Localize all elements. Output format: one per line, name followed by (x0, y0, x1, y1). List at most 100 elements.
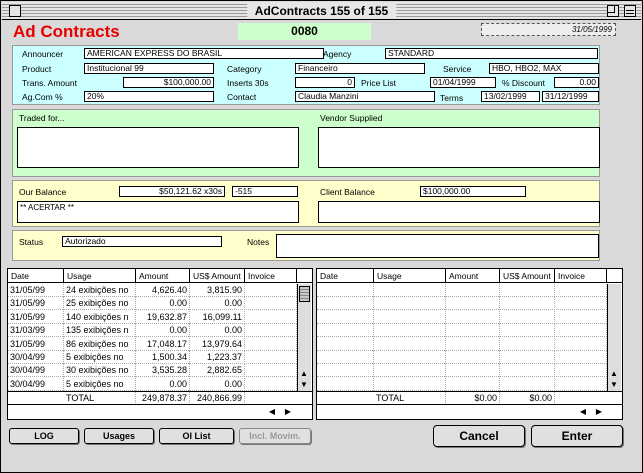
traded-panel: Traded for... Vendor Supplied (12, 109, 600, 177)
table-cell (446, 351, 500, 364)
status-field[interactable]: Autorizado (62, 236, 222, 247)
header-date[interactable]: Date (8, 269, 64, 283)
table-cell: 30 exibições no (64, 364, 136, 378)
announcer-field[interactable]: AMERICAN EXPRESS DO BRASIL (84, 48, 324, 59)
agcom-field[interactable]: 20% (84, 91, 214, 102)
header-amount[interactable]: Amount (136, 269, 190, 283)
table-cell: 86 exibições no (64, 337, 136, 351)
header-usage[interactable]: Usage (64, 269, 136, 283)
header-date[interactable]: Date (317, 269, 374, 283)
left-vertical-scrollbar[interactable]: ▲ ▼ (297, 284, 311, 391)
table-cell: 31/03/99 (8, 324, 64, 338)
terms-from-field[interactable]: 13/02/1999 (481, 91, 540, 102)
our-balance-note-field[interactable]: ** ACERTAR ** (17, 201, 299, 223)
table-row[interactable] (317, 337, 607, 351)
table-cell: 2,882.65 (190, 364, 245, 378)
price-list-field[interactable]: 01/04/1999 (430, 77, 496, 88)
oi-list-button[interactable]: OI List (159, 428, 234, 444)
table-row[interactable]: 30/04/99 5 exibições no 1,500.34 1,223.37 (8, 351, 297, 364)
scroll-thumb[interactable] (299, 286, 310, 302)
table-row[interactable]: 31/03/99 135 exibições n 0.00 0.00 (8, 324, 297, 338)
table-row[interactable] (317, 351, 607, 364)
balance-panel: Our Balance $50,121.62 x30s -515 ** ACER… (12, 180, 600, 227)
header-usd-amount[interactable]: US$ Amount (500, 269, 555, 283)
table-cell: 1,223.37 (190, 351, 245, 364)
enter-button[interactable]: Enter (531, 425, 623, 447)
product-label: Product (22, 64, 52, 74)
table-row[interactable] (317, 364, 607, 378)
table-cell (555, 377, 607, 391)
table-cell: 0.00 (136, 297, 190, 311)
scroll-down-arrow-icon[interactable]: ▼ (608, 380, 620, 390)
our-balance-diff-field[interactable]: -515 (232, 186, 298, 197)
table-row[interactable] (317, 324, 607, 338)
notes-field[interactable] (276, 234, 599, 258)
zoom-box-icon[interactable] (607, 5, 619, 17)
header-invoice[interactable]: Invoice (555, 269, 607, 283)
table-cell: 16,099.11 (190, 310, 245, 324)
close-box-icon[interactable] (9, 5, 21, 17)
table-header: Date Usage Amount US$ Amount Invoice (317, 269, 622, 283)
scroll-left-arrow-icon[interactable]: ◀ (577, 407, 589, 417)
scroll-right-arrow-icon[interactable]: ▶ (282, 407, 294, 417)
scroll-down-arrow-icon[interactable]: ▼ (298, 380, 310, 390)
right-vertical-scrollbar[interactable]: ▲ ▼ (607, 284, 621, 391)
table-cell (500, 351, 555, 364)
table-row[interactable] (317, 310, 607, 324)
scroll-up-arrow-icon[interactable]: ▲ (608, 369, 620, 379)
table-row[interactable] (317, 284, 607, 297)
scroll-left-arrow-icon[interactable]: ◀ (266, 407, 278, 417)
header-usage[interactable]: Usage (374, 269, 446, 283)
table-row[interactable]: 31/05/99 86 exibições no 17,048.17 13,979.6… (8, 337, 297, 351)
title-bar[interactable]: AdContracts 155 of 155 (2, 2, 641, 20)
scroll-up-arrow-icon[interactable]: ▲ (298, 369, 310, 379)
table-row[interactable]: 30/04/99 5 exibições no 0.00 0.00 (8, 377, 297, 391)
contact-field[interactable]: Claudia Manzini (295, 91, 435, 102)
table-row[interactable]: 31/05/99 24 exibições no 4,626.40 3,815.90 (8, 284, 297, 297)
table-cell (500, 284, 555, 297)
window-title: AdContracts 155 of 155 (246, 3, 397, 19)
trans-amount-field[interactable]: $100,000.00 (123, 77, 214, 88)
current-date: 31/05/1999 (481, 23, 616, 36)
table-cell (245, 364, 297, 378)
table-cell: 0.00 (190, 297, 245, 311)
inserts-field[interactable]: 0 (295, 77, 355, 88)
product-field[interactable]: Institucional 99 (84, 63, 214, 74)
client-balance-note-field[interactable] (318, 201, 600, 223)
status-panel: Status Autorizado Notes (12, 230, 600, 261)
scroll-right-arrow-icon[interactable]: ▶ (593, 407, 605, 417)
header-amount[interactable]: Amount (446, 269, 500, 283)
traded-for-field[interactable] (17, 127, 299, 168)
usages-button[interactable]: Usages (84, 428, 154, 444)
agency-label: Agency (323, 49, 352, 59)
table-cell (446, 364, 500, 378)
table-row[interactable] (317, 297, 607, 311)
table-row[interactable]: 30/04/99 30 exibições no 3,535.28 2,882.65 (8, 364, 297, 378)
header-invoice[interactable]: Invoice (245, 269, 297, 283)
category-field[interactable]: Financeiro (295, 63, 425, 74)
table-cell: 31/05/99 (8, 297, 64, 311)
agency-field[interactable]: STANDARD (385, 48, 598, 59)
incl-movim-button[interactable]: Incl. Movim. (239, 428, 311, 444)
collapse-box-icon[interactable] (624, 5, 636, 17)
right-horizontal-scrollbar[interactable]: ◀ ▶ (317, 404, 622, 418)
service-label: Service (443, 64, 472, 74)
header-usd-amount[interactable]: US$ Amount (190, 269, 245, 283)
table-cell (555, 284, 607, 297)
client-balance-field[interactable]: $100,000.00 (420, 186, 526, 197)
service-field[interactable]: HBO, HBO2, MAX (489, 63, 599, 74)
terms-to-field[interactable]: 31/12/1999 (542, 91, 599, 102)
table-cell (374, 351, 446, 364)
table-row[interactable] (317, 377, 607, 391)
table-cell: 25 exibições no (64, 297, 136, 311)
log-button[interactable]: LOG (9, 428, 79, 444)
table-cell (446, 377, 500, 391)
table-row[interactable]: 31/05/99 140 exibições n 19,632.87 16,099.1… (8, 310, 297, 324)
table-row[interactable]: 31/05/99 25 exibições no 0.00 0.00 (8, 297, 297, 311)
discount-field[interactable]: 0.00 (554, 77, 599, 88)
vendor-supplied-field[interactable] (318, 127, 600, 168)
left-horizontal-scrollbar[interactable]: ◀ ▶ (8, 404, 312, 418)
cancel-button[interactable]: Cancel (433, 425, 525, 447)
our-balance-field[interactable]: $50,121.62 x30s (119, 186, 225, 197)
inserts-label: Inserts 30s (227, 78, 269, 88)
